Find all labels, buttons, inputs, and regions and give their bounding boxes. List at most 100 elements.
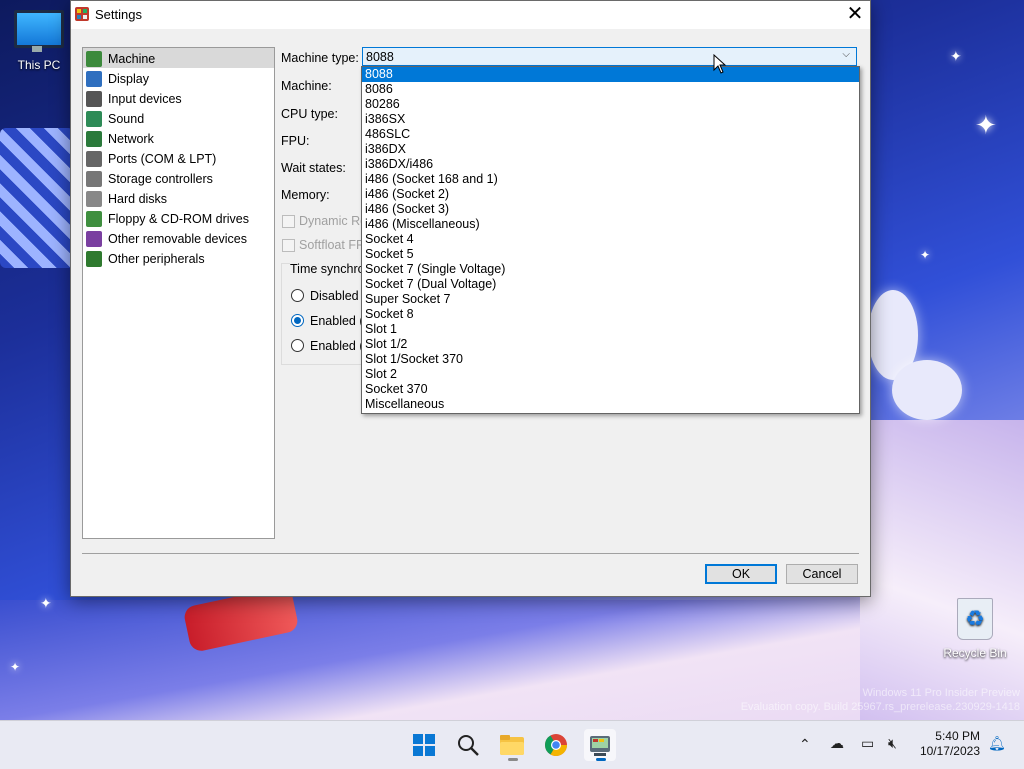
dropdown-option[interactable]: i386DX: [362, 142, 859, 157]
sidebar-item-machine[interactable]: Machine: [83, 48, 274, 68]
desktop-icon-this-pc[interactable]: This PC: [4, 10, 74, 72]
onedrive-icon[interactable]: ☁: [830, 735, 844, 752]
clock-time: 5:40 PM: [935, 729, 980, 743]
desktop-wallpaper-cloud: [892, 360, 962, 420]
display-icon: [86, 70, 102, 87]
file-explorer-button[interactable]: [496, 729, 528, 761]
peripherals-icon: [86, 250, 102, 267]
sidebar-item-label: Other peripherals: [108, 251, 205, 266]
86box-app-icon: [75, 7, 89, 21]
dropdown-option[interactable]: i486 (Socket 2): [362, 187, 859, 202]
star-icon: ✦: [10, 660, 21, 674]
cpu-type-label: CPU type:: [281, 107, 338, 121]
sidebar-item-input-devices[interactable]: Input devices: [83, 88, 274, 108]
machine-type-value: 8088: [366, 50, 394, 64]
removable-icon: [86, 230, 102, 247]
desktop-icon-recycle-bin[interactable]: ♻ Recycle Bin: [940, 598, 1010, 660]
dropdown-option[interactable]: 8086: [362, 82, 859, 97]
dropdown-option[interactable]: Slot 1/2: [362, 337, 859, 352]
time-sync-enabled-local-radio[interactable]: [291, 314, 304, 327]
dropdown-option[interactable]: 80286: [362, 97, 859, 112]
machine-icon: [86, 50, 102, 67]
file-explorer-icon: [500, 735, 524, 755]
sidebar-item-label: Machine: [108, 51, 156, 66]
dropdown-option[interactable]: Super Socket 7: [362, 292, 859, 307]
sidebar-item-hard-disks[interactable]: Hard disks: [83, 188, 274, 208]
softfloat-fpu-checkbox[interactable]: [282, 239, 295, 252]
time-sync-enabled-utc-radio[interactable]: [291, 339, 304, 352]
settings-category-list: Machine Display Input devices Sound Network P…: [82, 47, 275, 539]
windows-start-icon: [413, 734, 435, 756]
dropdown-option[interactable]: i486 (Socket 3): [362, 202, 859, 217]
sidebar-item-display[interactable]: Display: [83, 68, 274, 88]
floppy-icon: [86, 210, 102, 227]
notification-bell-icon[interactable]: 🔔︎: [988, 735, 1006, 752]
time-sync-disabled-radio[interactable]: [291, 289, 304, 302]
dropdown-option[interactable]: Socket 5: [362, 247, 859, 262]
watermark-line: Windows 11 Pro Insider Preview: [862, 687, 1020, 699]
86box-taskbar-button[interactable]: [584, 729, 616, 761]
sidebar-item-label: Display: [108, 71, 149, 86]
dropdown-option[interactable]: Miscellaneous: [362, 397, 859, 412]
dynamic-recompiler-label: Dynamic Re: [299, 214, 368, 228]
dropdown-option[interactable]: 486SLC: [362, 127, 859, 142]
dropdown-option[interactable]: i386DX/i486: [362, 157, 859, 172]
dynamic-recompiler-checkbox[interactable]: [282, 215, 295, 228]
search-icon: [458, 735, 479, 756]
86box-icon: [590, 736, 610, 756]
dropdown-option[interactable]: Slot 1: [362, 322, 859, 337]
sidebar-item-sound[interactable]: Sound: [83, 108, 274, 128]
sidebar-item-other-peripherals[interactable]: Other peripherals: [83, 248, 274, 268]
close-button[interactable]: ✕: [840, 1, 870, 29]
sidebar-item-label: Other removable devices: [108, 231, 247, 246]
star-icon: ✦: [40, 595, 52, 611]
memory-label: Memory:: [281, 188, 330, 202]
ports-icon: [86, 150, 102, 167]
star-icon: ✦: [950, 48, 962, 64]
dropdown-option[interactable]: 8088: [362, 67, 859, 82]
network-icon: [86, 130, 102, 147]
active-indicator: [596, 758, 606, 761]
running-indicator: [508, 758, 518, 761]
machine-type-select[interactable]: 8088 ⌵: [362, 47, 857, 66]
title-bar[interactable]: Settings ✕: [71, 1, 870, 29]
clock[interactable]: 5:40 PM 10/17/2023: [920, 729, 980, 759]
display-tray-icon[interactable]: ▭: [861, 735, 874, 752]
sidebar-item-storage-controllers[interactable]: Storage controllers: [83, 168, 274, 188]
dropdown-option[interactable]: i486 (Socket 168 and 1): [362, 172, 859, 187]
dropdown-option[interactable]: Socket 4: [362, 232, 859, 247]
recycle-bin-icon: ♻: [957, 598, 993, 640]
dropdown-option[interactable]: i486 (Miscellaneous): [362, 217, 859, 232]
sidebar-item-network[interactable]: Network: [83, 128, 274, 148]
sidebar-item-label: Sound: [108, 111, 145, 126]
wait-states-label: Wait states:: [281, 161, 346, 175]
taskbar: ⌃ ☁ ▭ 🔇︎ 5:40 PM 10/17/2023 🔔︎: [0, 720, 1024, 769]
storage-icon: [86, 170, 102, 187]
ok-button[interactable]: OK: [705, 564, 777, 584]
dropdown-option[interactable]: Socket 7 (Single Voltage): [362, 262, 859, 277]
dropdown-option[interactable]: Socket 370: [362, 382, 859, 397]
dropdown-option[interactable]: Slot 1/Socket 370: [362, 352, 859, 367]
sidebar-item-floppy-cd-rom-drives[interactable]: Floppy & CD-ROM drives: [83, 208, 274, 228]
search-button[interactable]: [452, 729, 484, 761]
windows-watermark: Windows 11 Pro Insider Preview Evaluatio…: [741, 686, 1020, 714]
cancel-button[interactable]: Cancel: [786, 564, 858, 584]
desktop-icon-label: Recycle Bin: [943, 646, 1007, 660]
fpu-label: FPU:: [281, 134, 310, 148]
dropdown-option[interactable]: i386SX: [362, 112, 859, 127]
sidebar-item-other-removable-devices[interactable]: Other removable devices: [83, 228, 274, 248]
dialog-title: Settings: [95, 7, 142, 22]
start-button[interactable]: [408, 729, 440, 761]
chrome-button[interactable]: [540, 729, 572, 761]
dropdown-option[interactable]: Socket 8: [362, 307, 859, 322]
close-icon: ✕: [846, 3, 864, 25]
speaker-muted-icon[interactable]: 🔇︎: [888, 735, 897, 752]
watermark-line: Evaluation copy. Build 25967.rs_prerelea…: [740, 701, 1020, 713]
dropdown-option[interactable]: Socket 7 (Dual Voltage): [362, 277, 859, 292]
sidebar-item-label: Ports (COM & LPT): [108, 151, 217, 166]
sidebar-item-ports-com-lpt[interactable]: Ports (COM & LPT): [83, 148, 274, 168]
chevron-up-icon[interactable]: ⌃: [799, 736, 811, 753]
dropdown-option[interactable]: Slot 2: [362, 367, 859, 382]
machine-label: Machine:: [281, 79, 332, 93]
desktop-wallpaper-panel: [860, 420, 1024, 720]
